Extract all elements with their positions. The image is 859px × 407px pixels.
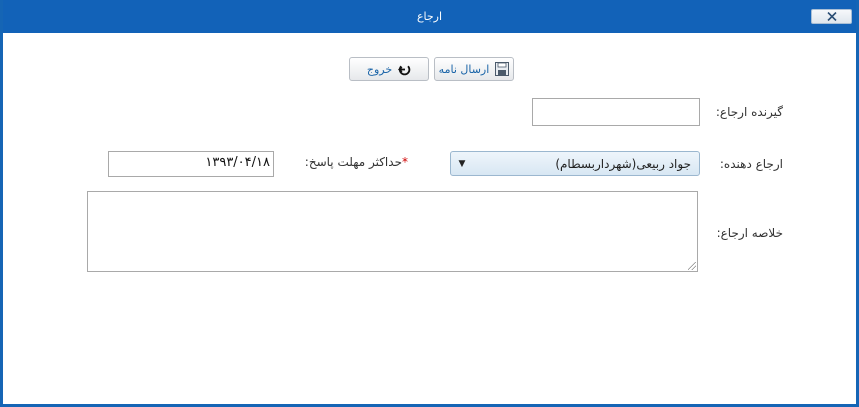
close-button[interactable] — [811, 9, 852, 24]
deadline-label-wrap: *حداکثر مهلت پاسخ: — [293, 155, 408, 169]
exit-icon — [398, 65, 411, 75]
exit-button-label: خروج — [366, 62, 393, 76]
summary-textarea[interactable] — [87, 191, 698, 272]
resize-grip[interactable] — [688, 262, 696, 270]
referrer-label: ارجاع دهنده: — [719, 157, 783, 171]
dialog-title: ارجاع — [416, 10, 443, 23]
save-icon — [495, 62, 510, 76]
deadline-label: حداکثر مهلت پاسخ: — [304, 155, 402, 169]
caret-down-icon: ▼ — [458, 158, 466, 169]
referrer-selected-value: جواد ربیعی(شهرداربسطام) — [555, 156, 691, 171]
recipient-input[interactable] — [532, 98, 700, 126]
recipient-label: گیرنده ارجاع: — [715, 105, 783, 119]
referrer-select[interactable]: جواد ربیعی(شهرداربسطام) ▼ — [450, 151, 700, 176]
close-icon — [826, 12, 837, 21]
required-marker: * — [402, 155, 408, 169]
deadline-date-value: ۱۳۹۳/۰۴/۱۸ — [205, 155, 270, 170]
referral-dialog: ارجاع ارسال نامه خروج گیرنده ارجاع: ارجا… — [0, 0, 859, 407]
dialog-titlebar: ارجاع — [3, 0, 856, 33]
exit-button[interactable]: خروج — [349, 57, 429, 81]
send-letter-button[interactable]: ارسال نامه — [434, 57, 514, 81]
summary-label: خلاصه ارجاع: — [716, 226, 783, 240]
deadline-date-input[interactable]: ۱۳۹۳/۰۴/۱۸ — [108, 151, 274, 177]
send-button-label: ارسال نامه — [438, 62, 490, 76]
